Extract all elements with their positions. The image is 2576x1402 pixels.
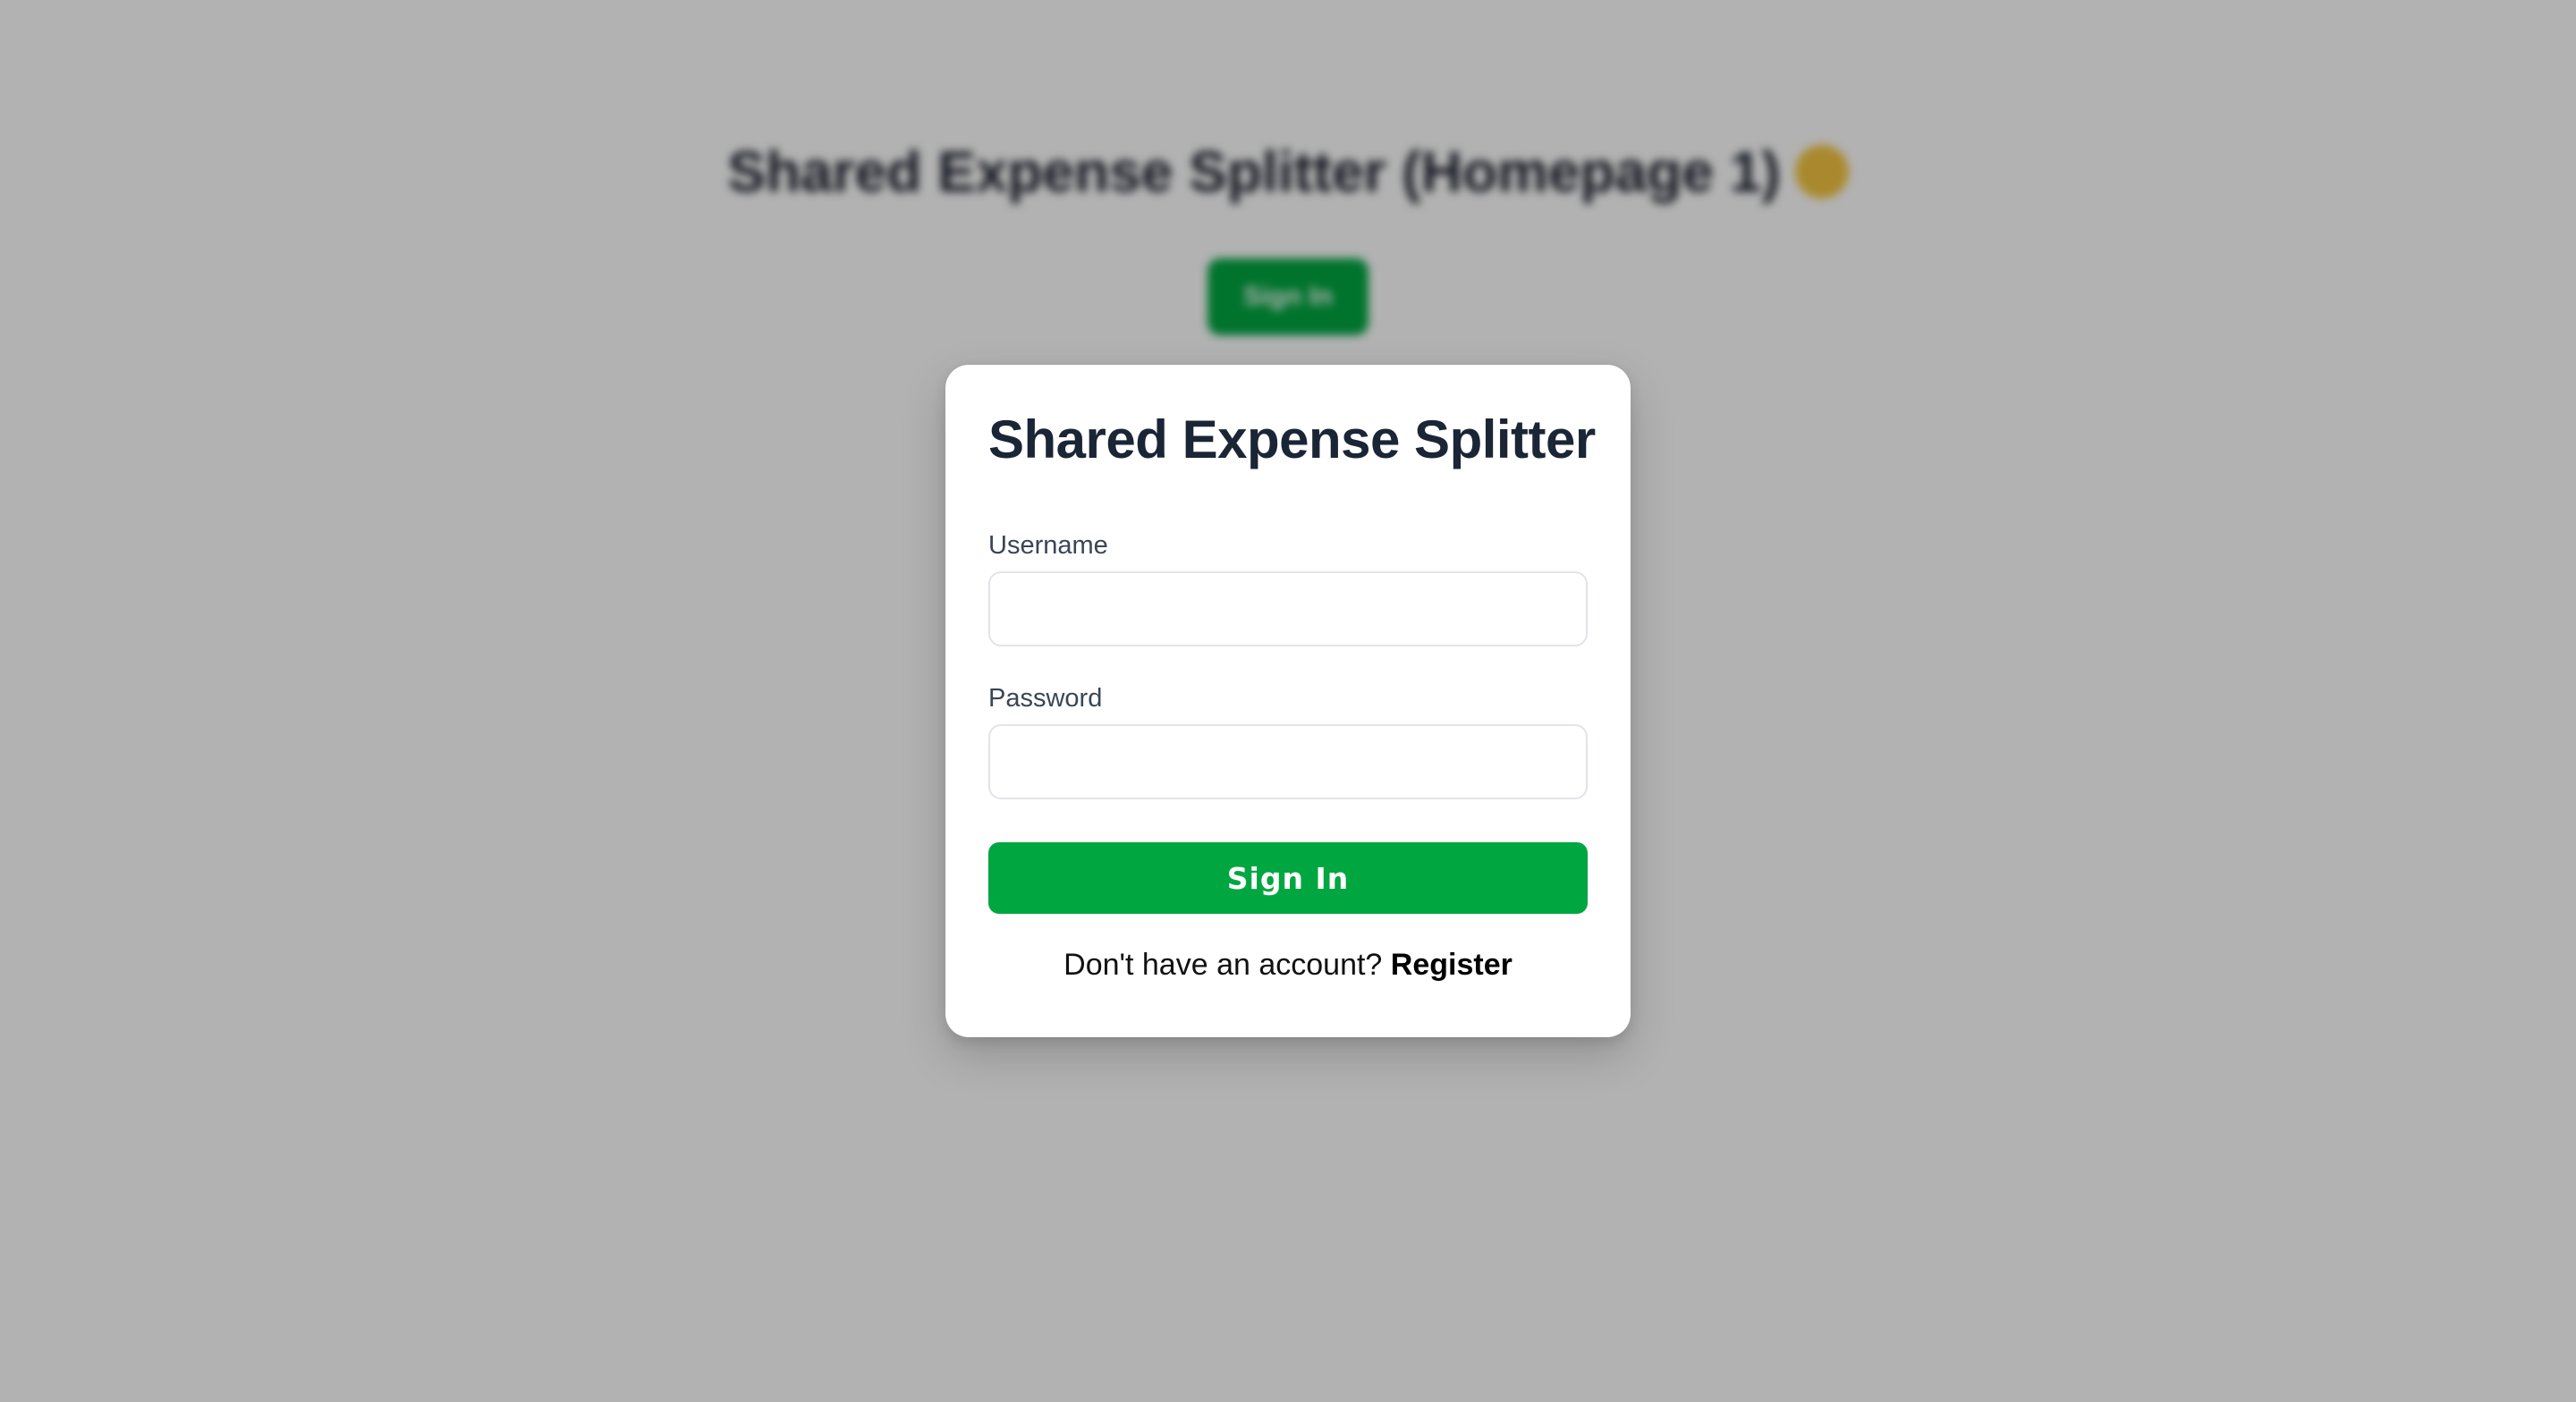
register-prompt: Don't have an account? [1063, 948, 1383, 982]
login-card: Shared Expense Splitter Username Passwor… [945, 365, 1631, 1037]
register-link[interactable]: Register [1391, 948, 1513, 982]
password-input[interactable] [988, 724, 1588, 799]
register-row: Don't have an account? Register [988, 948, 1588, 983]
username-input[interactable] [988, 571, 1588, 646]
card-title: Shared Expense Splitter [988, 410, 1596, 469]
password-label: Password [988, 684, 1103, 713]
username-label: Username [988, 531, 1108, 560]
sign-in-button[interactable]: Sign In [988, 842, 1588, 914]
